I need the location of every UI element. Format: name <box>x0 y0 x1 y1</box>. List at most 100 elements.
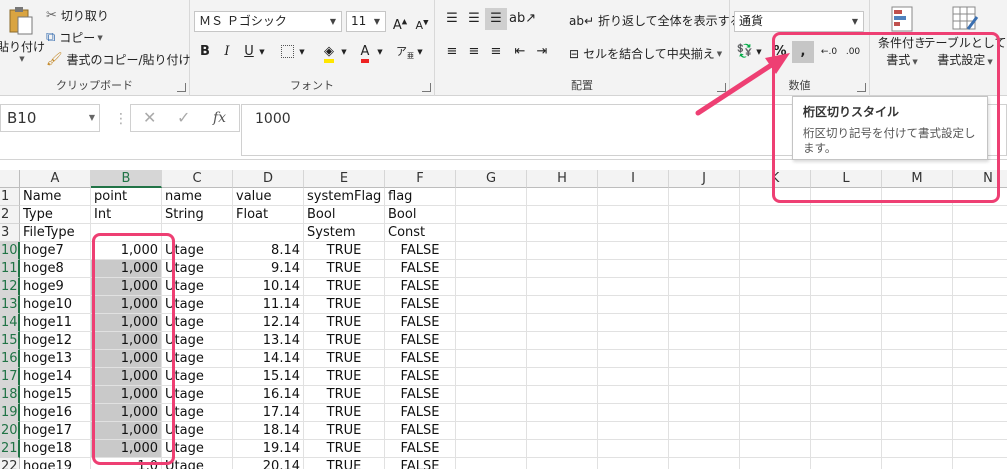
cell-i10[interactable] <box>598 242 669 260</box>
cell-k22[interactable] <box>740 458 811 469</box>
cell-l21[interactable] <box>811 440 882 458</box>
cell-l19[interactable] <box>811 404 882 422</box>
cell-m3[interactable] <box>882 224 953 242</box>
phonetic-button[interactable]: ア亜 <box>394 41 416 63</box>
cell-a16[interactable]: hoge13 <box>20 350 91 368</box>
cell-h21[interactable] <box>527 440 598 458</box>
cell-e17[interactable]: TRUE <box>304 368 385 386</box>
cell-a17[interactable]: hoge14 <box>20 368 91 386</box>
cell-i12[interactable] <box>598 278 669 296</box>
cell-j16[interactable] <box>669 350 740 368</box>
borders-dropdown[interactable]: ▼ <box>296 41 308 63</box>
cell-g14[interactable] <box>456 314 527 332</box>
row-header-11[interactable]: 11 <box>0 260 20 278</box>
cell-n11[interactable] <box>953 260 1007 278</box>
cell-k2[interactable] <box>740 206 811 224</box>
cell-d19[interactable]: 17.14 <box>233 404 304 422</box>
cell-i19[interactable] <box>598 404 669 422</box>
cell-l18[interactable] <box>811 386 882 404</box>
paste-button[interactable]: 貼り付け ▼ <box>0 4 45 68</box>
cell-a14[interactable]: hoge11 <box>20 314 91 332</box>
align-right-button[interactable]: ≡ <box>485 41 507 63</box>
cell-g18[interactable] <box>456 386 527 404</box>
cell-a22[interactable]: hoge19 <box>20 458 91 469</box>
cell-e15[interactable]: TRUE <box>304 332 385 350</box>
cell-n2[interactable] <box>953 206 1007 224</box>
cell-d20[interactable]: 18.14 <box>233 422 304 440</box>
increase-indent-button[interactable]: ⇥ <box>531 41 553 63</box>
cell-g3[interactable] <box>456 224 527 242</box>
cell-n12[interactable] <box>953 278 1007 296</box>
cell-d15[interactable]: 13.14 <box>233 332 304 350</box>
cell-m19[interactable] <box>882 404 953 422</box>
cell-n3[interactable] <box>953 224 1007 242</box>
cut-button[interactable]: ✂ 切り取り <box>46 7 109 24</box>
phonetic-dropdown[interactable]: ▼ <box>414 41 426 63</box>
cell-i22[interactable] <box>598 458 669 469</box>
cell-e2[interactable]: Bool <box>304 206 385 224</box>
column-header-j[interactable]: J <box>669 170 740 188</box>
cell-g12[interactable] <box>456 278 527 296</box>
cell-l17[interactable] <box>811 368 882 386</box>
font-color-dropdown[interactable]: ▼ <box>374 41 386 63</box>
cell-j13[interactable] <box>669 296 740 314</box>
cell-d17[interactable]: 15.14 <box>233 368 304 386</box>
cell-f13[interactable]: FALSE <box>385 296 456 314</box>
column-header-c[interactable]: C <box>162 170 233 188</box>
cell-i15[interactable] <box>598 332 669 350</box>
cell-i13[interactable] <box>598 296 669 314</box>
cell-l15[interactable] <box>811 332 882 350</box>
cell-l10[interactable] <box>811 242 882 260</box>
cell-n21[interactable] <box>953 440 1007 458</box>
row-header-3[interactable]: 3 <box>0 224 20 242</box>
name-box[interactable]: B10 ▼ <box>0 104 100 132</box>
cell-a10[interactable]: hoge7 <box>20 242 91 260</box>
cell-l12[interactable] <box>811 278 882 296</box>
cell-e20[interactable]: TRUE <box>304 422 385 440</box>
row-header-1[interactable]: 1 <box>0 188 20 206</box>
cell-l3[interactable] <box>811 224 882 242</box>
cell-h15[interactable] <box>527 332 598 350</box>
cell-h19[interactable] <box>527 404 598 422</box>
row-header-22[interactable]: 22 <box>0 458 20 469</box>
row-header-12[interactable]: 12 <box>0 278 20 296</box>
copy-button[interactable]: ⧉ コピー ▼ <box>46 29 103 46</box>
cell-d16[interactable]: 14.14 <box>233 350 304 368</box>
cell-g19[interactable] <box>456 404 527 422</box>
cell-a12[interactable]: hoge9 <box>20 278 91 296</box>
fill-color-dropdown[interactable]: ▼ <box>338 41 350 63</box>
number-format-combobox[interactable]: 通貨 ▼ <box>734 11 864 32</box>
dialog-launcher-icon[interactable] <box>422 83 431 92</box>
cell-a15[interactable]: hoge12 <box>20 332 91 350</box>
row-header-19[interactable]: 19 <box>0 404 20 422</box>
cell-g16[interactable] <box>456 350 527 368</box>
cell-f10[interactable]: FALSE <box>385 242 456 260</box>
cell-h18[interactable] <box>527 386 598 404</box>
cell-g21[interactable] <box>456 440 527 458</box>
cell-d10[interactable]: 8.14 <box>233 242 304 260</box>
cell-m14[interactable] <box>882 314 953 332</box>
cell-i21[interactable] <box>598 440 669 458</box>
grow-font-button[interactable]: A▲ <box>389 11 411 33</box>
cell-l22[interactable] <box>811 458 882 469</box>
cell-h22[interactable] <box>527 458 598 469</box>
cell-h2[interactable] <box>527 206 598 224</box>
cell-f3[interactable]: Const <box>385 224 456 242</box>
row-header-14[interactable]: 14 <box>0 314 20 332</box>
cell-a20[interactable]: hoge17 <box>20 422 91 440</box>
shrink-font-button[interactable]: A▼ <box>411 11 433 33</box>
cell-e10[interactable]: TRUE <box>304 242 385 260</box>
cell-j12[interactable] <box>669 278 740 296</box>
cell-d1[interactable]: value <box>233 188 304 206</box>
column-header-h[interactable]: H <box>527 170 598 188</box>
cell-l2[interactable] <box>811 206 882 224</box>
cell-e3[interactable]: System <box>304 224 385 242</box>
cell-h11[interactable] <box>527 260 598 278</box>
cell-f11[interactable]: FALSE <box>385 260 456 278</box>
cell-c1[interactable]: name <box>162 188 233 206</box>
cell-g1[interactable] <box>456 188 527 206</box>
dialog-launcher-icon[interactable] <box>177 83 186 92</box>
cell-e11[interactable]: TRUE <box>304 260 385 278</box>
cell-k19[interactable] <box>740 404 811 422</box>
cell-f12[interactable]: FALSE <box>385 278 456 296</box>
